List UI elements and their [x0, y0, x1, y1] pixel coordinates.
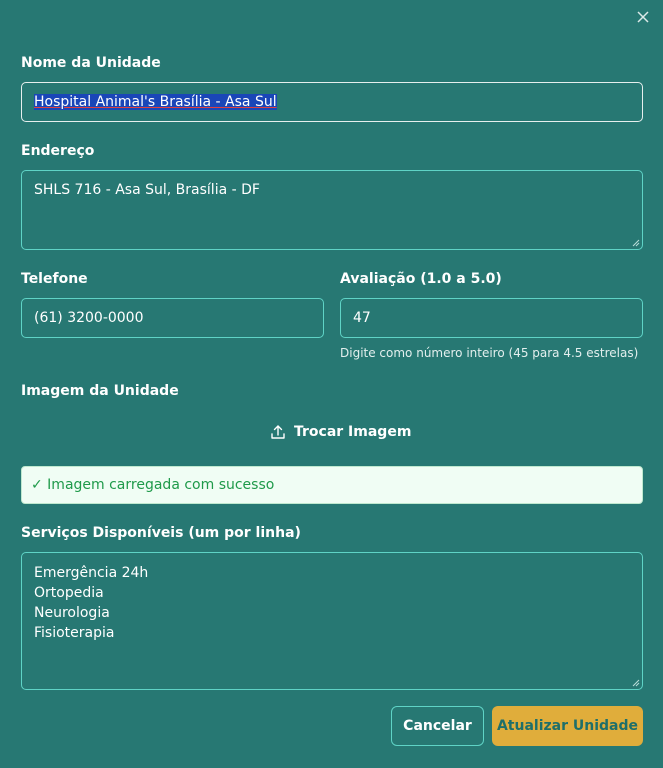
close-button[interactable]	[634, 8, 652, 26]
upload-icon	[271, 425, 285, 439]
close-icon	[637, 11, 649, 23]
name-value: Hospital Animal's Brasília - Asa Sul	[34, 94, 277, 110]
update-unit-button[interactable]: Atualizar Unidade	[492, 706, 643, 746]
cancel-button[interactable]: Cancelar	[391, 706, 484, 746]
change-image-label: Trocar Imagem	[294, 424, 412, 440]
phone-label: Telefone	[21, 271, 88, 287]
rating-value: 47	[353, 310, 371, 326]
resize-handle-icon[interactable]	[632, 679, 640, 687]
address-label: Endereço	[21, 143, 95, 159]
service-line: Neurologia	[34, 605, 110, 621]
resize-handle-icon[interactable]	[632, 239, 640, 247]
service-line: Fisioterapia	[34, 625, 115, 641]
name-input[interactable]: Hospital Animal's Brasília - Asa Sul	[21, 82, 643, 122]
services-textarea[interactable]: Emergência 24h Ortopedia Neurologia Fisi…	[21, 552, 643, 690]
phone-value: (61) 3200-0000	[34, 310, 144, 326]
image-label: Imagem da Unidade	[21, 383, 179, 399]
service-line: Ortopedia	[34, 585, 104, 601]
services-label: Serviços Disponíveis (um por linha)	[21, 525, 301, 541]
name-label: Nome da Unidade	[21, 55, 161, 71]
address-value: SHLS 716 - Asa Sul, Brasília - DF	[34, 182, 260, 198]
rating-label: Avaliação (1.0 a 5.0)	[340, 271, 502, 287]
change-image-button[interactable]: Trocar Imagem	[270, 424, 411, 440]
service-line: Emergência 24h	[34, 565, 149, 581]
rating-hint: Digite como número inteiro (45 para 4.5 …	[340, 346, 639, 360]
rating-input[interactable]: 47	[340, 298, 643, 338]
upload-status-text: ✓ Imagem carregada com sucesso	[31, 477, 275, 493]
address-textarea[interactable]: SHLS 716 - Asa Sul, Brasília - DF	[21, 170, 643, 250]
upload-success-message: ✓ Imagem carregada com sucesso	[21, 466, 643, 504]
phone-input[interactable]: (61) 3200-0000	[21, 298, 324, 338]
